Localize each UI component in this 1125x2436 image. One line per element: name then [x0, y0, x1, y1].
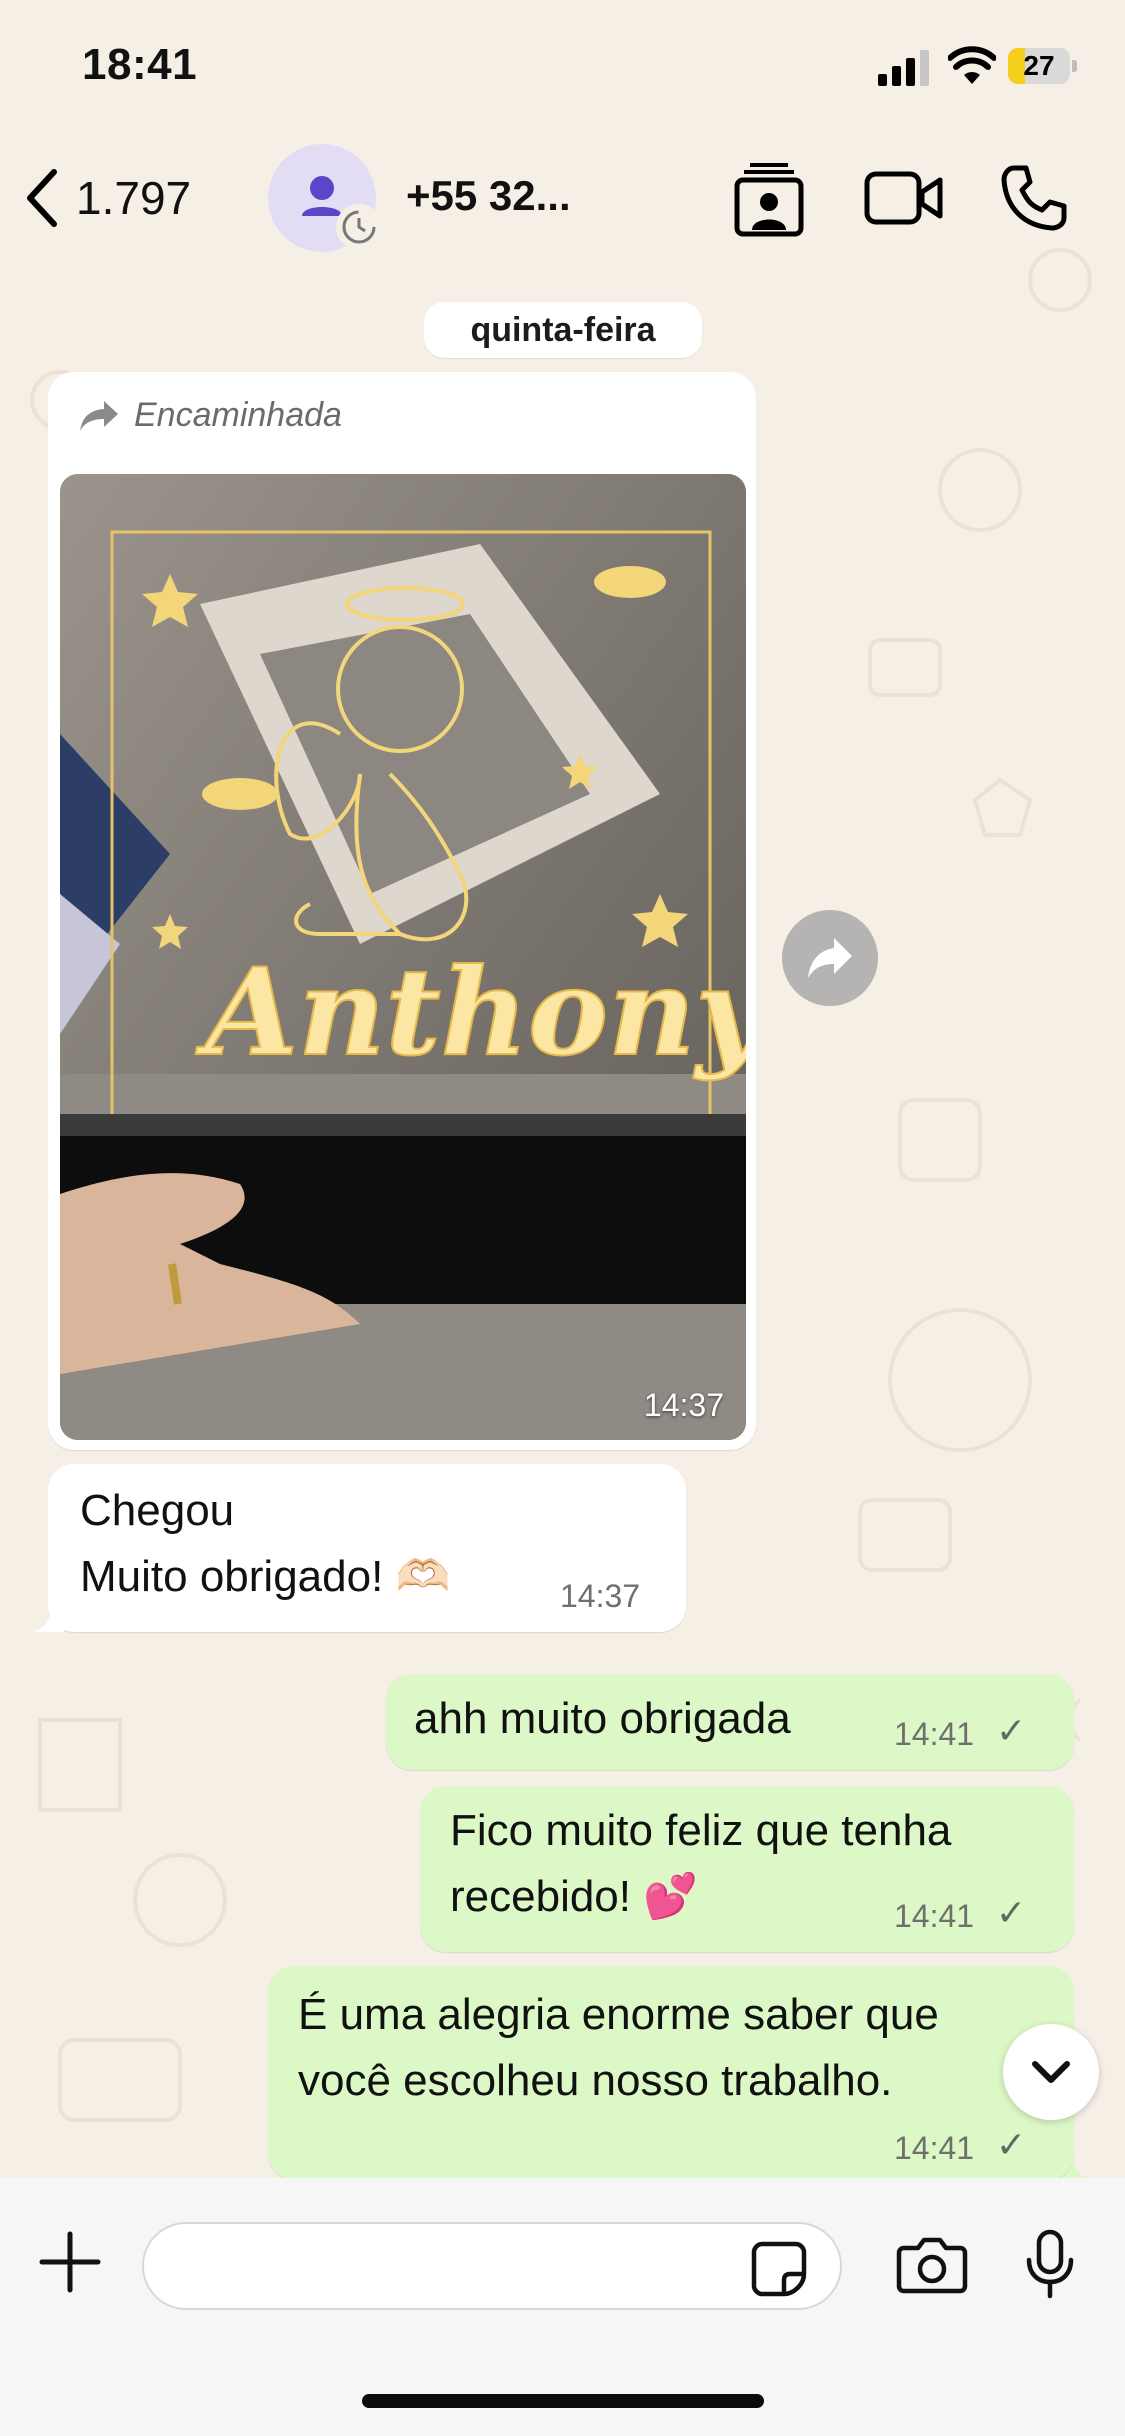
home-indicator[interactable] [362, 2394, 764, 2408]
camera-icon[interactable] [896, 2234, 968, 2294]
back-button[interactable]: 1.797 [22, 158, 191, 238]
forwarded-label: Encaminhada [78, 396, 342, 435]
sent-check-icon: ✓ [996, 1892, 1027, 1933]
contact-card-icon[interactable] [734, 162, 804, 238]
incoming-line-1: Chegou [80, 1486, 235, 1535]
scroll-to-bottom-button[interactable] [1003, 2024, 1099, 2120]
microphone-icon[interactable] [1022, 2228, 1078, 2300]
battery-percentage: 27 [1023, 50, 1055, 81]
outgoing-text: ahh muito obrigada [414, 1694, 791, 1743]
angel-lamp-image: Anthony [60, 474, 746, 1440]
sent-check-icon: ✓ [996, 1710, 1027, 1751]
chat-header: 1.797 +55 32... [0, 140, 1125, 260]
phone-call-icon[interactable] [1000, 164, 1068, 232]
sticker-icon[interactable] [750, 2240, 808, 2298]
date-separator: quinta-feira [424, 302, 702, 358]
photo-name-text: Anthony [195, 942, 746, 1083]
message-input[interactable] [142, 2222, 842, 2310]
bubble-tail [34, 1602, 64, 1632]
chevron-left-icon [27, 169, 57, 227]
plus-icon[interactable] [38, 2230, 102, 2294]
incoming-line-2: Muito obrigado! 🫶🏻 [80, 1552, 451, 1601]
message-photo[interactable]: Anthony 14:37 [60, 474, 746, 1440]
unread-count: 1.797 [76, 172, 192, 224]
forward-arrow-icon [80, 400, 118, 431]
outgoing-line-1: É uma alegria enorme saber que [298, 1990, 939, 2039]
video-call-icon[interactable] [864, 170, 944, 226]
sent-check-icon: ✓ [996, 2124, 1027, 2165]
outgoing-timestamp: 14:41 [894, 1898, 975, 1934]
disappearing-messages-icon [336, 204, 382, 250]
status-time: 18:41 [82, 40, 198, 89]
forward-button[interactable] [782, 910, 878, 1006]
chevron-down-icon [1032, 2061, 1070, 2083]
outgoing-line-1: Fico muito feliz que tenha [450, 1806, 952, 1855]
share-arrow-icon [808, 938, 852, 978]
wifi-icon [948, 46, 996, 84]
contact-name[interactable]: +55 32... [406, 172, 571, 220]
cellular-signal-icon [878, 50, 929, 86]
status-bar: 18:41 27 [0, 0, 1125, 130]
battery-icon: 27 [1008, 48, 1077, 84]
outgoing-timestamp: 14:41 [894, 2130, 975, 2166]
outgoing-line-2: recebido! 💕 [450, 1872, 699, 1921]
outgoing-timestamp: 14:41 [894, 1716, 975, 1752]
photo-timestamp: 14:37 [643, 1387, 724, 1423]
incoming-timestamp: 14:37 [560, 1578, 641, 1614]
outgoing-line-2: você escolheu nosso trabalho. [298, 2056, 893, 2105]
forwarded-text: Encaminhada [134, 396, 342, 434]
